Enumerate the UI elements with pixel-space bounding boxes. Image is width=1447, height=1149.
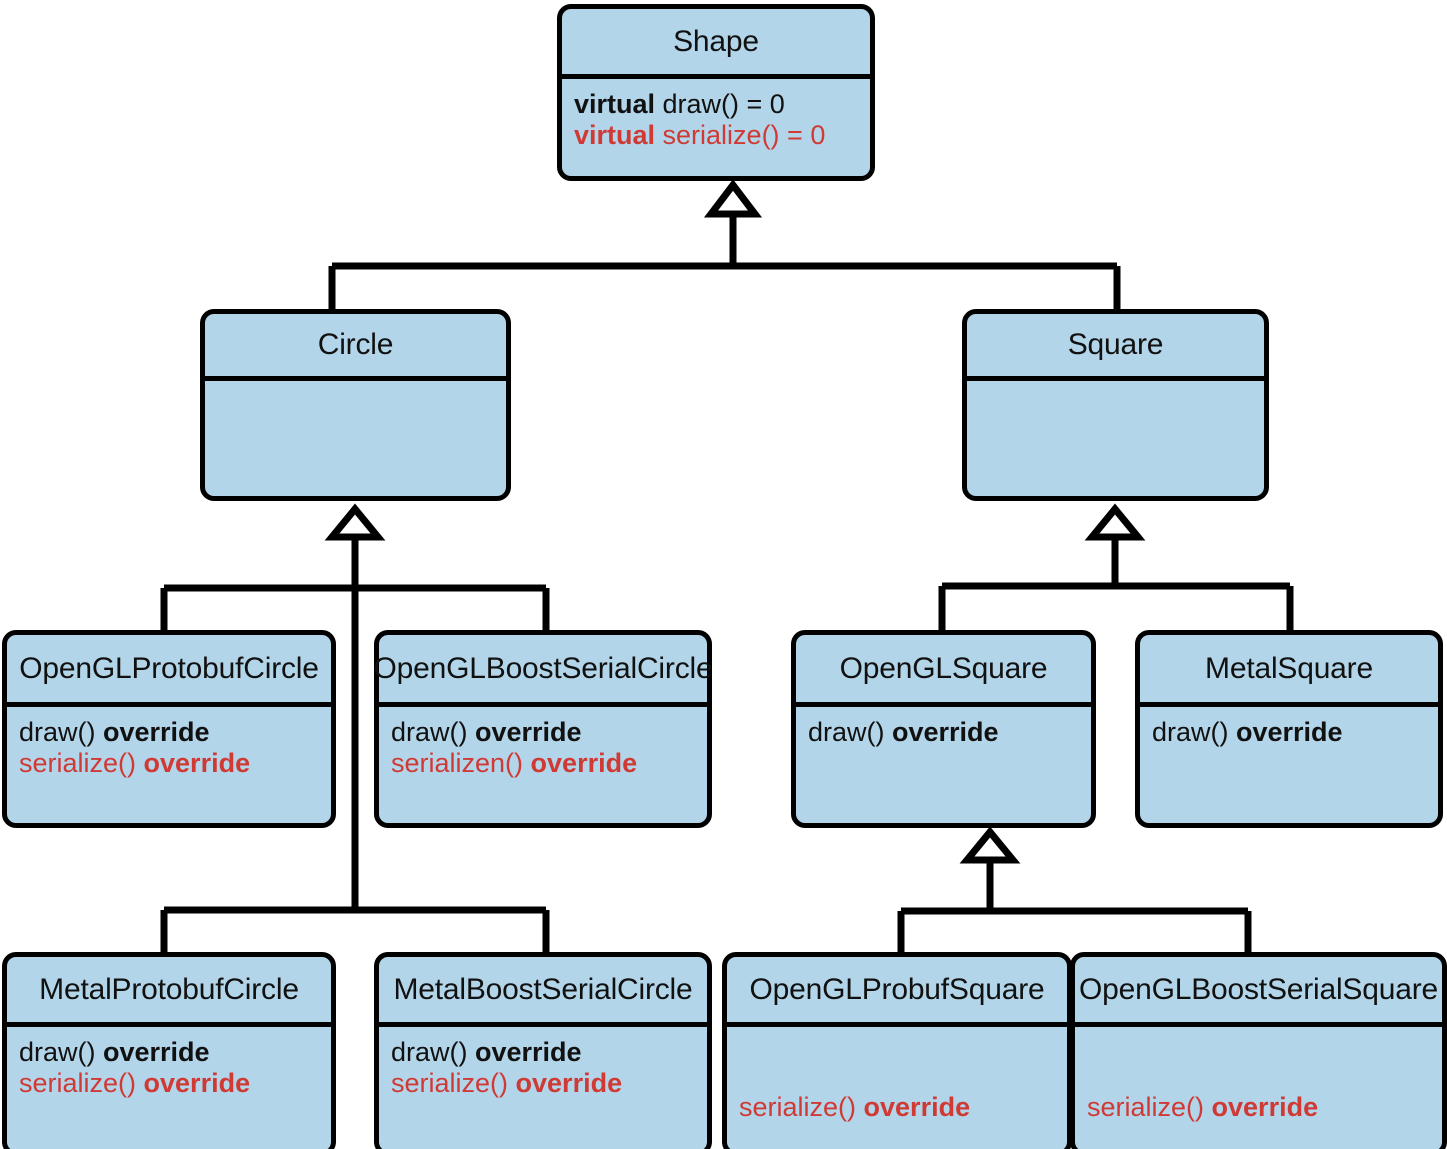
class-box-opengl-boost-serial-square[interactable]: OpenGLBoostSerialSquare serialize() over… [1070, 952, 1447, 1149]
class-box-metal-boost-serial-circle[interactable]: MetalBoostSerialCircle draw() override s… [374, 952, 712, 1149]
class-box-opengl-probuf-square[interactable]: OpenGLProbufSquare serialize() override [722, 952, 1072, 1149]
class-members-opengl-probuf-square: serialize() override [727, 1027, 1067, 1149]
edge-square-children [938, 534, 1294, 634]
class-members-opengl-protobuf-circle: draw() override serialize() override [7, 707, 331, 823]
class-name-square: Square [967, 314, 1264, 381]
class-name-shape: Shape [562, 9, 870, 79]
class-name-opengl-boost-serial-square: OpenGLBoostSerialSquare [1075, 957, 1442, 1027]
member-row: serialize() override [739, 1091, 971, 1122]
member-row: draw() override [391, 1037, 582, 1067]
class-members-opengl-boost-serial-square: serialize() override [1075, 1027, 1442, 1149]
uml-class-diagram: Shape virtual draw() = 0 virtual seriali… [0, 0, 1447, 1149]
edge-openglsquare-children [897, 858, 1252, 956]
class-members-square [967, 381, 1264, 496]
edge-shape-children [328, 211, 1121, 312]
member-row: draw() override [808, 717, 999, 747]
class-members-opengl-boost-serial-circle: draw() override serializen() override [379, 707, 707, 823]
member-row: virtual draw() = 0 [574, 89, 785, 119]
class-members-metal-square: draw() override [1140, 707, 1438, 823]
class-name-opengl-square: OpenGLSquare [796, 635, 1091, 707]
member-row: serialize() override [1087, 1091, 1319, 1122]
class-members-metal-protobuf-circle: draw() override serialize() override [7, 1027, 331, 1149]
class-members-metal-boost-serial-circle: draw() override serialize() override [379, 1027, 707, 1149]
class-box-shape[interactable]: Shape virtual draw() = 0 virtual seriali… [557, 4, 875, 181]
member-row: draw() override [391, 717, 582, 747]
member-row: virtual serialize() = 0 [574, 120, 826, 151]
class-box-opengl-protobuf-circle[interactable]: OpenGLProtobufCircle draw() override ser… [2, 630, 336, 828]
member-row: draw() override [19, 1037, 210, 1067]
member-row: serialize() override [19, 1068, 251, 1099]
member-row: draw() override [1152, 717, 1343, 747]
class-box-opengl-square[interactable]: OpenGLSquare draw() override [791, 630, 1096, 828]
member-row: serializen() override [391, 748, 638, 779]
member-row: draw() override [19, 717, 210, 747]
member-row: serialize() override [391, 1068, 623, 1099]
generalization-arrow-square [1084, 503, 1146, 541]
class-members-shape: virtual draw() = 0 virtual serialize() =… [562, 79, 870, 176]
member-row: serialize() override [19, 748, 251, 779]
class-name-opengl-protobuf-circle: OpenGLProtobufCircle [7, 635, 331, 707]
class-members-opengl-square: draw() override [796, 707, 1091, 823]
class-box-circle[interactable]: Circle [200, 309, 511, 501]
generalization-arrow-shape [703, 179, 763, 218]
class-name-opengl-probuf-square: OpenGLProbufSquare [727, 957, 1067, 1027]
generalization-arrow-openglsquare [959, 826, 1021, 864]
class-members-circle [205, 381, 506, 496]
class-name-metal-protobuf-circle: MetalProtobufCircle [7, 957, 331, 1027]
class-name-metal-square: MetalSquare [1140, 635, 1438, 707]
class-name-metal-boost-serial-circle: MetalBoostSerialCircle [379, 957, 707, 1027]
class-name-circle: Circle [205, 314, 506, 381]
class-box-square[interactable]: Square [962, 309, 1269, 501]
class-box-metal-square[interactable]: MetalSquare draw() override [1135, 630, 1443, 828]
class-name-opengl-boost-serial-circle: OpenGLBoostSerialCircle [374, 635, 713, 707]
class-box-metal-protobuf-circle[interactable]: MetalProtobufCircle draw() override seri… [2, 952, 336, 1149]
generalization-arrow-circle [324, 503, 386, 541]
class-box-opengl-boost-serial-circle[interactable]: OpenGLBoostSerialCircle draw() override … [374, 630, 713, 828]
